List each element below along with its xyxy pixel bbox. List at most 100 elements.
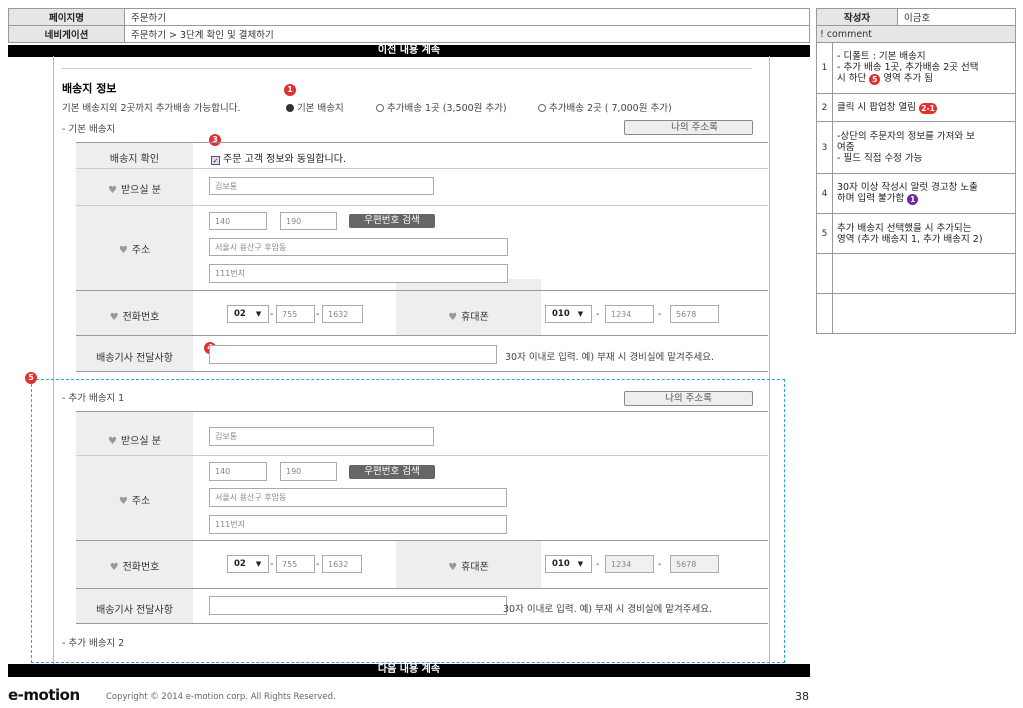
comment-row-5: 5 추가 배송지 선택했을 시 추가되는 영역 (추가 배송지 1, 추가 배송… bbox=[816, 214, 1016, 254]
option-add2[interactable]: 추가배송 2곳 ( 7,000원 추가) bbox=[538, 100, 672, 114]
page-name: 주문하기 bbox=[124, 8, 810, 26]
comment-text: 30자 이상 작성시 알럿 경고창 노출 하며 입력 불가함 1 bbox=[833, 174, 1015, 213]
dash: - bbox=[596, 309, 600, 320]
comment-row-3: 3 -상단의 주문자의 정보를 가져와 보 여줌 - 필드 직접 수정 가능 bbox=[816, 122, 1016, 174]
badge-5: 5 bbox=[25, 372, 37, 384]
memo-input[interactable] bbox=[209, 345, 497, 364]
address1-input-add1[interactable]: 서울시 용산구 후암동 bbox=[209, 488, 507, 507]
memo-hint: 30자 이내로 입력. 예) 부재 시 경비실에 맡겨주세요. bbox=[505, 352, 715, 363]
zip1-input-add1[interactable]: 140 bbox=[209, 462, 267, 481]
zip-search-button[interactable]: 우편번호 검색 bbox=[349, 214, 435, 228]
divider bbox=[76, 588, 768, 589]
comment-line: 하며 입력 불가함 1 bbox=[837, 193, 1011, 205]
page-name-label: 페이지명 bbox=[8, 8, 125, 26]
comment-number: 3 bbox=[817, 122, 833, 173]
shipping-desc: 기본 배송지외 2곳까지 추가배송 가능합니다. bbox=[62, 103, 241, 114]
dropdown-arrow-icon: ▼ bbox=[255, 310, 262, 318]
addressbook-button-add1[interactable]: 나의 주소록 bbox=[624, 391, 753, 406]
next-content-bar: 다음 내용 계속 bbox=[8, 664, 810, 677]
addressbook-button[interactable]: 나의 주소록 bbox=[624, 120, 753, 135]
radio-icon bbox=[538, 104, 546, 112]
comment-line: - 추가 배송 1곳, 추가배송 2곳 선택 bbox=[837, 62, 979, 73]
recipient-input-add1[interactable]: 김보통 bbox=[209, 427, 434, 446]
address2-input-add1[interactable]: 111번지 bbox=[209, 515, 507, 534]
mobile-mid-input[interactable]: 1234 bbox=[605, 305, 654, 323]
divider bbox=[76, 205, 768, 206]
divider bbox=[76, 168, 768, 169]
phone-mid-input-add1[interactable]: 755 bbox=[276, 555, 315, 573]
comment-number bbox=[817, 254, 833, 293]
phone-area-select-add1[interactable]: 02 ▼ bbox=[227, 555, 269, 573]
nav-label: 네비게이션 bbox=[8, 25, 125, 43]
required-heart-icon: ♥ bbox=[108, 185, 117, 196]
comment-number: 1 bbox=[817, 43, 833, 93]
top-divider bbox=[62, 68, 752, 69]
add2-title: - 추가 배송지 2 bbox=[62, 638, 125, 649]
comment-row-empty-1 bbox=[816, 254, 1016, 294]
mobile-end-input[interactable]: 5678 bbox=[670, 305, 719, 323]
memo-label: 배송기사 전달사항 bbox=[96, 353, 173, 364]
mobile-area-select-add1[interactable]: 010 ▼ bbox=[545, 555, 592, 573]
required-heart-icon: ♥ bbox=[448, 312, 458, 323]
required-heart-icon: ♥ bbox=[118, 245, 128, 256]
comment-text: -상단의 주문자의 정보를 가져와 보 여줌 - 필드 직접 수정 가능 bbox=[833, 122, 1015, 173]
label-column bbox=[76, 143, 193, 371]
mobile-end-input-add1[interactable]: 5678 bbox=[670, 555, 719, 573]
zip2-input[interactable]: 190 bbox=[280, 212, 337, 230]
address2-input[interactable]: 111번지 bbox=[209, 264, 508, 283]
divider bbox=[76, 371, 768, 372]
phone-label: ♥ 전화번호 bbox=[109, 312, 160, 323]
comment-number: 5 bbox=[817, 214, 833, 253]
required-heart-icon: ♥ bbox=[109, 562, 119, 573]
badge-3: 3 bbox=[209, 134, 221, 146]
recipient-input[interactable]: 김보통 bbox=[209, 177, 434, 195]
divider bbox=[76, 623, 768, 624]
option-default[interactable]: 기본 배송지 bbox=[286, 100, 344, 114]
required-heart-icon: ♥ bbox=[448, 562, 458, 573]
comment-number: 4 bbox=[817, 174, 833, 213]
mobile-label-add1: ♥ 휴대폰 bbox=[448, 562, 489, 573]
mobile-label: ♥ 휴대폰 bbox=[448, 312, 489, 323]
same-as-customer-checkbox[interactable]: ✓ 주문 고객 정보와 동일합니다. bbox=[211, 150, 346, 165]
badge-2-1-ref: 2-1 bbox=[919, 102, 938, 114]
phone-end-input[interactable]: 1632 bbox=[322, 305, 363, 323]
badge-1: 1 bbox=[284, 84, 296, 96]
phone-area-select[interactable]: 02 ▼ bbox=[227, 305, 269, 323]
author: 이금호 bbox=[897, 8, 1016, 26]
comment-line: 여줌 bbox=[837, 142, 855, 153]
dropdown-arrow-icon: ▼ bbox=[255, 560, 262, 568]
dash: - bbox=[658, 559, 662, 570]
zip2-input-add1[interactable]: 190 bbox=[280, 462, 337, 481]
memo-hint-add1: 30자 이내로 입력. 예) 부재 시 경비실에 맡겨주세요. bbox=[503, 604, 713, 615]
default-address-title: - 기본 배송지 bbox=[62, 124, 116, 135]
comment-row-1: 1 - 디폴트 : 기본 배송지 - 추가 배송 1곳, 추가배송 2곳 선택 … bbox=[816, 43, 1016, 94]
option-add1[interactable]: 추가배송 1곳 (3,500원 추가) bbox=[376, 100, 507, 114]
dash: - bbox=[316, 559, 320, 570]
page-number: 38 bbox=[795, 690, 809, 703]
comment-number bbox=[817, 294, 833, 333]
address-label-add1: ♥ 주소 bbox=[118, 496, 151, 507]
zip1-input[interactable]: 140 bbox=[209, 212, 267, 230]
required-heart-icon: ♥ bbox=[109, 312, 119, 323]
mobile-mid-input-add1[interactable]: 1234 bbox=[605, 555, 654, 573]
recipient-label-add1: ♥ 받으실 분 bbox=[108, 436, 161, 447]
comment-line: 시 하단 5 영역 추가 됨 bbox=[837, 73, 934, 85]
mobile-label-cell bbox=[396, 279, 541, 335]
address1-input[interactable]: 서울시 용산구 후암동 bbox=[209, 238, 508, 256]
radio-icon bbox=[376, 104, 384, 112]
recipient-label: ♥ 받으실 분 bbox=[108, 185, 161, 196]
mobile-area-select[interactable]: 010 ▼ bbox=[545, 305, 592, 323]
comment-row-2: 2 클릭 시 팝업창 열림 2-1 bbox=[816, 94, 1016, 122]
phone-end-input-add1[interactable]: 1632 bbox=[322, 555, 362, 573]
checkbox-icon: ✓ bbox=[211, 156, 220, 165]
phone-mid-input[interactable]: 755 bbox=[276, 305, 315, 323]
memo-input-add1[interactable] bbox=[209, 596, 507, 615]
author-label: 작성자 bbox=[816, 8, 898, 26]
badge-5-ref: 5 bbox=[869, 74, 881, 85]
comment-line: 추가 배송지 선택했을 시 추가되는 bbox=[837, 222, 972, 234]
comment-text bbox=[833, 294, 1015, 333]
comment-line: - 필드 직접 수정 가능 bbox=[837, 153, 923, 164]
comment-line: 30자 이상 작성시 알럿 경고창 노출 bbox=[837, 182, 978, 193]
zip-search-button-add1[interactable]: 우편번호 검색 bbox=[349, 465, 435, 479]
comment-header: ! comment bbox=[816, 25, 1016, 43]
